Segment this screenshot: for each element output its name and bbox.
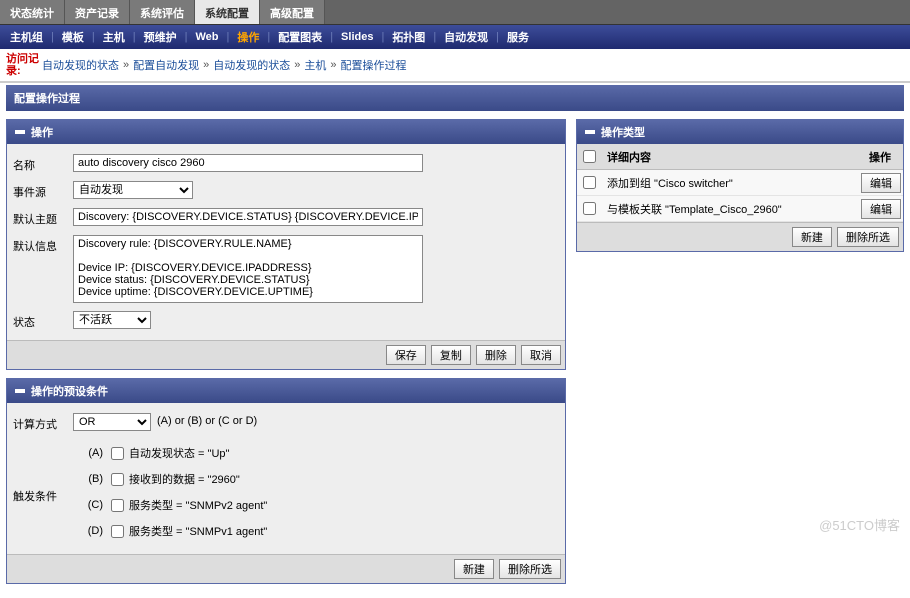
op-type-panel-title: 操作类型 xyxy=(601,124,645,140)
collapse-icon xyxy=(15,127,25,137)
calc-hint: (A) or (B) or (C or D) xyxy=(157,413,257,427)
status-label: 状态 xyxy=(13,311,73,330)
top-tab-assets[interactable]: 资产记录 xyxy=(65,0,130,24)
cond-btn-bar: 新建 删除所选 xyxy=(7,554,565,583)
breadcrumb: 自动发现的状态» 配置自动发现» 自动发现的状态» 主机» 配置操作过程 xyxy=(42,57,407,73)
op-btn-bar: 保存 复制 删除 取消 xyxy=(7,340,565,369)
sub-tab-hostgroups[interactable]: 主机组 xyxy=(4,29,49,45)
condition-row: (C) 服务类型 = "SNMPv2 agent" xyxy=(73,492,267,518)
condition-row: (A) 自动发现状态 = "Up" xyxy=(73,440,267,466)
calc-label: 计算方式 xyxy=(13,413,73,432)
sub-tab-charts[interactable]: 配置图表 xyxy=(272,29,328,45)
op-type-detail: 添加到组 "Cisco switcher" xyxy=(601,170,857,196)
eventsource-label: 事件源 xyxy=(13,181,73,200)
top-tab-config[interactable]: 系统配置 xyxy=(195,0,260,24)
op-type-detail: 与模板关联 "Template_Cisco_2960" xyxy=(601,196,857,222)
top-tab-eval[interactable]: 系统评估 xyxy=(130,0,195,24)
row-checkbox[interactable] xyxy=(583,176,596,189)
calc-select[interactable]: OR xyxy=(73,413,151,431)
edit-button[interactable]: 编辑 xyxy=(861,173,901,193)
collapse-icon xyxy=(585,127,595,137)
sub-tab-topology[interactable]: 拓扑图 xyxy=(386,29,431,45)
select-all-checkbox[interactable] xyxy=(583,150,596,163)
op-type-panel-header[interactable]: 操作类型 xyxy=(577,120,903,144)
new-op-type-button[interactable]: 新建 xyxy=(792,227,832,247)
history-label: 访问记录: xyxy=(6,53,42,77)
default-subject-label: 默认主题 xyxy=(13,208,73,227)
operation-panel: 操作 名称 事件源 自动发现 默认主题 默认信息 xyxy=(6,119,566,370)
top-nav: 状态统计 资产记录 系统评估 系统配置 高级配置 xyxy=(0,0,910,25)
default-info-textarea[interactable] xyxy=(73,235,423,303)
op-type-panel: 操作类型 详细内容 操作 添加到组 "Cisco switcher" 编辑 与模… xyxy=(576,119,904,252)
top-tab-status[interactable]: 状态统计 xyxy=(0,0,65,24)
condition-key: (D) xyxy=(73,525,103,537)
condition-text: 服务类型 = "SNMPv1 agent" xyxy=(129,523,267,539)
eventsource-select[interactable]: 自动发现 xyxy=(73,181,193,199)
condition-text: 服务类型 = "SNMPv2 agent" xyxy=(129,497,267,513)
conditions-panel-title: 操作的预设条件 xyxy=(31,383,108,399)
default-info-label: 默认信息 xyxy=(13,235,73,254)
status-select[interactable]: 不活跃 xyxy=(73,311,151,329)
sub-tab-web[interactable]: Web xyxy=(189,31,224,43)
condition-text: 自动发现状态 = "Up" xyxy=(129,445,229,461)
table-row: 添加到组 "Cisco switcher" 编辑 xyxy=(577,170,903,196)
name-label: 名称 xyxy=(13,154,73,173)
op-type-table: 详细内容 操作 添加到组 "Cisco switcher" 编辑 与模板关联 "… xyxy=(577,144,903,222)
breadcrumb-item[interactable]: 配置自动发现 xyxy=(133,57,199,73)
sub-tab-maint[interactable]: 预维护 xyxy=(138,29,183,45)
condition-checkbox[interactable] xyxy=(111,473,124,486)
sub-tab-ops[interactable]: 操作 xyxy=(231,29,265,45)
page-title: 配置操作过程 xyxy=(6,85,904,111)
watermark: @51CTO博客 xyxy=(819,515,900,534)
save-button[interactable]: 保存 xyxy=(386,345,426,365)
breadcrumb-item[interactable]: 主机 xyxy=(304,57,326,73)
delete-button[interactable]: 删除 xyxy=(476,345,516,365)
detail-header: 详细内容 xyxy=(601,144,857,170)
history-row: 访问记录: 自动发现的状态» 配置自动发现» 自动发现的状态» 主机» 配置操作… xyxy=(0,49,910,83)
op-type-btn-bar: 新建 删除所选 xyxy=(577,222,903,251)
row-checkbox[interactable] xyxy=(583,202,596,215)
sub-tab-templates[interactable]: 模板 xyxy=(56,29,90,45)
condition-text: 接收到的数据 = "2960" xyxy=(129,471,240,487)
sub-tab-discovery[interactable]: 自动发现 xyxy=(438,29,494,45)
condition-checkbox[interactable] xyxy=(111,447,124,460)
new-condition-button[interactable]: 新建 xyxy=(454,559,494,579)
condition-key: (A) xyxy=(73,447,103,459)
condition-key: (B) xyxy=(73,473,103,485)
default-subject-input[interactable] xyxy=(73,208,423,226)
delete-selected-conditions-button[interactable]: 删除所选 xyxy=(499,559,561,579)
sub-tab-hosts[interactable]: 主机 xyxy=(97,29,131,45)
op-header: 操作 xyxy=(857,144,903,170)
name-input[interactable] xyxy=(73,154,423,172)
operation-panel-header[interactable]: 操作 xyxy=(7,120,565,144)
condition-row: (D) 服务类型 = "SNMPv1 agent" xyxy=(73,518,267,544)
collapse-icon xyxy=(15,386,25,396)
table-row: 与模板关联 "Template_Cisco_2960" 编辑 xyxy=(577,196,903,222)
conditions-panel: 操作的预设条件 计算方式 OR (A) or (B) or (C or D) 触… xyxy=(6,378,566,584)
breadcrumb-item[interactable]: 配置操作过程 xyxy=(341,57,407,73)
sub-tab-services[interactable]: 服务 xyxy=(501,29,535,45)
condition-list: (A) 自动发现状态 = "Up" (B) 接收到的数据 = "2960" (C… xyxy=(73,440,267,544)
breadcrumb-item[interactable]: 自动发现的状态 xyxy=(42,57,119,73)
cancel-button[interactable]: 取消 xyxy=(521,345,561,365)
breadcrumb-item[interactable]: 自动发现的状态 xyxy=(213,57,290,73)
condition-checkbox[interactable] xyxy=(111,499,124,512)
condition-checkbox[interactable] xyxy=(111,525,124,538)
operation-panel-title: 操作 xyxy=(31,124,53,140)
conditions-panel-header[interactable]: 操作的预设条件 xyxy=(7,379,565,403)
condition-row: (B) 接收到的数据 = "2960" xyxy=(73,466,267,492)
sub-tab-slides[interactable]: Slides xyxy=(335,31,379,43)
trigger-label: 触发条件 xyxy=(13,440,73,504)
condition-key: (C) xyxy=(73,499,103,511)
table-header-row: 详细内容 操作 xyxy=(577,144,903,170)
edit-button[interactable]: 编辑 xyxy=(861,199,901,219)
copy-button[interactable]: 复制 xyxy=(431,345,471,365)
delete-selected-op-types-button[interactable]: 删除所选 xyxy=(837,227,899,247)
top-tab-advanced[interactable]: 高级配置 xyxy=(260,0,325,24)
sub-nav: 主机组| 模板| 主机| 预维护| Web| 操作| 配置图表| Slides|… xyxy=(0,25,910,49)
